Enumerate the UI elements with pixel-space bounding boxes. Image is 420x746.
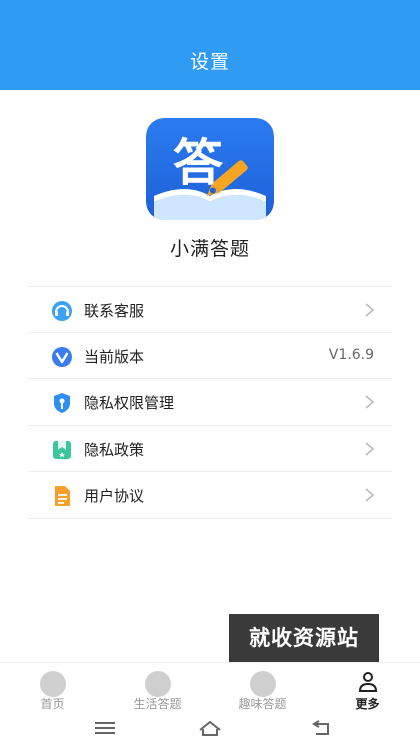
settings-menu: 联系客服 当前版本 V1.6.9 隐私权限管理 隐私政策 用户协议: [28, 286, 392, 519]
menu-item-label: 联系客服: [84, 302, 145, 320]
version-value: V1.6.9: [328, 346, 374, 363]
watermark-overlay: 就收资源站: [229, 614, 379, 662]
home-icon: [40, 671, 66, 697]
home-button-icon[interactable]: [197, 718, 223, 738]
app-logo: 答: [146, 118, 274, 220]
tab-label: 生活答题: [133, 697, 182, 711]
chevron-right-icon: [365, 442, 374, 456]
person-icon: [358, 672, 378, 692]
version-icon: [52, 346, 72, 367]
menu-item-label: 当前版本: [84, 347, 145, 366]
tab-label: 首页: [40, 697, 65, 711]
headset-icon: [52, 301, 72, 321]
fun-quiz-icon: [250, 671, 276, 697]
chevron-right-icon: [365, 303, 374, 317]
privacy-policy-icon: [53, 440, 71, 459]
menu-item-current-version: 当前版本 V1.6.9: [28, 333, 392, 380]
tab-life-quiz[interactable]: 生活答题: [105, 667, 210, 711]
tab-label: 趣味答题: [238, 697, 287, 711]
menu-item-label: 隐私政策: [84, 440, 145, 459]
chevron-right-icon: [365, 488, 374, 502]
page-title: 设置: [189, 51, 230, 73]
menu-item-label: 用户协议: [84, 487, 145, 506]
tab-fun-quiz[interactable]: 趣味答题: [210, 667, 315, 711]
bottom-tab-bar: 首页 生活答题 趣味答题 更多: [0, 662, 420, 712]
header-bar: 设置: [0, 0, 420, 90]
menu-item-contact-support[interactable]: 联系客服: [28, 286, 392, 333]
tab-more[interactable]: 更多: [315, 667, 420, 711]
menu-item-user-agreement[interactable]: 用户协议: [28, 472, 392, 519]
menu-item-label: 隐私权限管理: [84, 394, 175, 413]
shield-key-icon: [54, 393, 70, 414]
life-quiz-icon: [145, 671, 171, 697]
chevron-right-icon: [365, 395, 374, 409]
menu-item-privacy-policy[interactable]: 隐私政策: [28, 426, 392, 473]
tab-label: 更多: [355, 697, 380, 711]
menu-item-privacy-permissions[interactable]: 隐私权限管理: [28, 379, 392, 426]
tab-home[interactable]: 首页: [0, 667, 105, 711]
menu-icon[interactable]: [92, 718, 118, 738]
back-icon[interactable]: [308, 718, 334, 738]
system-navigation-bar: [0, 712, 420, 746]
document-icon: [55, 486, 70, 507]
app-name: 小满答题: [169, 238, 250, 260]
